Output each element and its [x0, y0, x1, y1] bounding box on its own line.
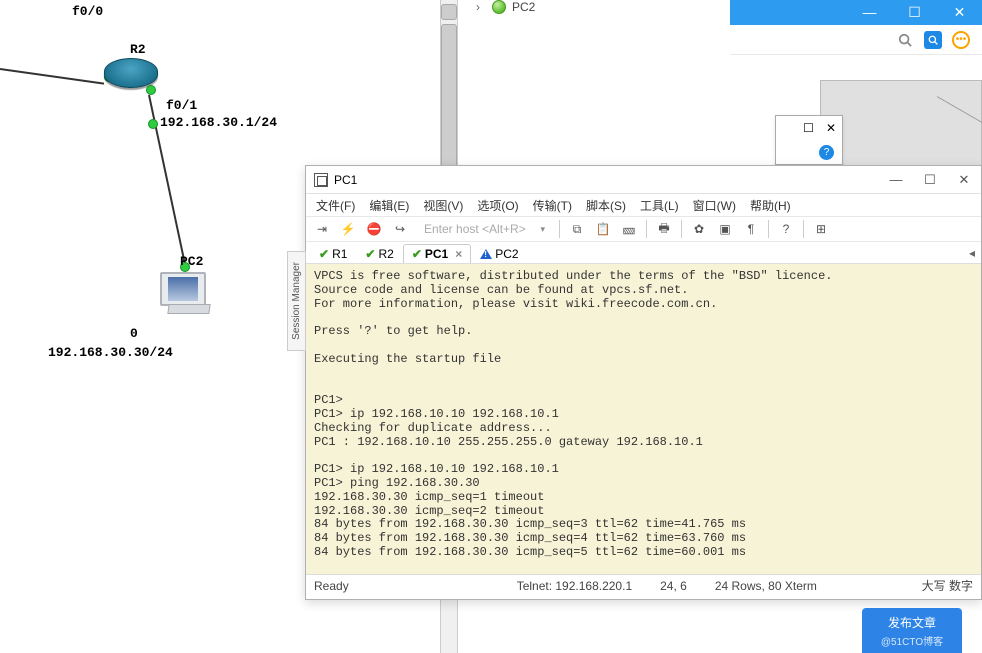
menubar: 文件(F) 编辑(E) 视图(V) 选项(O) 传输(T) 脚本(S) 工具(L… [306, 194, 981, 216]
new-window-icon[interactable]: ▣ [713, 218, 737, 240]
search-area: ••• [730, 25, 982, 55]
status-ready: Ready [314, 579, 349, 593]
link-r1-r2 [0, 68, 104, 85]
tab-r2[interactable]: ✔R2 [356, 244, 402, 263]
status-ime: 大写 数字 [922, 577, 973, 594]
titlebar[interactable]: PC1 — ☐ ✕ [306, 166, 981, 194]
check-icon: ✔ [365, 247, 375, 261]
close-icon[interactable]: ✕ [937, 0, 982, 25]
tabs-overflow-icon[interactable]: ◂ [963, 246, 981, 260]
menu-tools[interactable]: 工具(L) [640, 197, 679, 214]
session-tabs: ✔R1 ✔R2 ✔PC1× PC2 ◂ [306, 242, 981, 264]
preview-pane [820, 80, 982, 173]
menu-window[interactable]: 窗口(W) [693, 197, 736, 214]
window-title: PC1 [334, 173, 357, 187]
find-icon[interactable]: 🝙 [617, 218, 641, 240]
label-zero: 0 [130, 326, 138, 341]
minimize-icon[interactable]: — [879, 166, 913, 194]
label-subnet-pc2: 192.168.30.30/24 [48, 345, 173, 360]
host-input[interactable]: Enter host <Alt+R> [420, 220, 548, 238]
copy-icon[interactable]: ⧉ [565, 218, 589, 240]
settings-icon[interactable]: ✿ [687, 218, 711, 240]
check-icon: ✔ [412, 247, 422, 261]
terminal-output[interactable]: VPCS is free software, distributed under… [306, 264, 981, 574]
check-icon: ✔ [319, 247, 329, 261]
tab-close-icon[interactable]: × [455, 247, 462, 261]
person-icon[interactable] [924, 31, 942, 49]
port-dot [148, 119, 158, 129]
background-window-titlebar: ✕ ☐ — [730, 0, 982, 25]
pc1-window: Session Manager PC1 — ☐ ✕ 文件(F) 编辑(E) 视图… [305, 165, 982, 600]
status-cursor: 24, 6 [660, 579, 687, 593]
help-icon[interactable]: ? [774, 218, 798, 240]
menu-edit[interactable]: 编辑(E) [369, 197, 409, 214]
quick-connect-icon[interactable]: ⚡ [336, 218, 360, 240]
tab-pc2[interactable]: PC2 [471, 244, 527, 263]
device-tree[interactable]: ›PC2 [458, 0, 728, 22]
session-manager-tab[interactable]: Session Manager [287, 251, 306, 351]
close-icon[interactable]: ✕ [947, 166, 981, 194]
options-icon[interactable]: ¶ [739, 218, 763, 240]
warning-icon [480, 249, 492, 259]
menu-view[interactable]: 视图(V) [423, 197, 463, 214]
label-f00: f0/0 [72, 4, 103, 19]
maximize-icon[interactable]: ☐ [913, 166, 947, 194]
status-size: 24 Rows, 80 Xterm [715, 579, 817, 593]
small-window: ☐ ✕ ? [775, 115, 843, 165]
print-icon[interactable]: 🖶 [652, 218, 676, 240]
statusbar: Ready Telnet: 192.168.220.1 24, 6 24 Row… [306, 574, 981, 596]
toolbar: ⇥ ⚡ ⛔ ↪ Enter host <Alt+R> ⧉ 📋 🝙 🖶 ✿ ▣ ¶… [306, 216, 981, 242]
search-icon[interactable] [896, 31, 914, 49]
router-r2[interactable] [104, 58, 158, 88]
app-icon [314, 173, 328, 187]
session-options-icon[interactable]: ⊞ [809, 218, 833, 240]
paste-icon[interactable]: 📋 [591, 218, 615, 240]
more-icon[interactable]: ••• [952, 31, 970, 49]
menu-options[interactable]: 选项(O) [477, 197, 518, 214]
tab-pc1[interactable]: ✔PC1× [403, 244, 471, 263]
maximize-icon[interactable]: ☐ [803, 121, 814, 135]
status-telnet: Telnet: 192.168.220.1 [517, 579, 632, 593]
help-icon[interactable]: ? [819, 145, 834, 160]
close-icon[interactable]: ✕ [826, 121, 836, 135]
menu-help[interactable]: 帮助(H) [750, 197, 791, 214]
globe-icon [492, 0, 506, 14]
node-pc2[interactable] [160, 272, 210, 314]
disconnect-icon[interactable]: ⛔ [362, 218, 386, 240]
label-r2: R2 [130, 42, 146, 57]
menu-file[interactable]: 文件(F) [316, 197, 355, 214]
reconnect-icon[interactable]: ↪ [388, 218, 412, 240]
port-dot [146, 85, 156, 95]
maximize-icon[interactable]: ☐ [892, 0, 937, 25]
connect-icon[interactable]: ⇥ [310, 218, 334, 240]
menu-script[interactable]: 脚本(S) [586, 197, 626, 214]
label-f01: f0/1 [166, 98, 197, 113]
label-subnet-r2: 192.168.30.1/24 [160, 115, 277, 130]
tab-r1[interactable]: ✔R1 [310, 244, 356, 263]
minimize-icon[interactable]: — [847, 0, 892, 25]
menu-transfer[interactable]: 传输(T) [533, 197, 572, 214]
publish-button[interactable]: 发布文章 @51CTO博客 [862, 608, 962, 653]
label-pc2: PC2 [180, 254, 203, 269]
